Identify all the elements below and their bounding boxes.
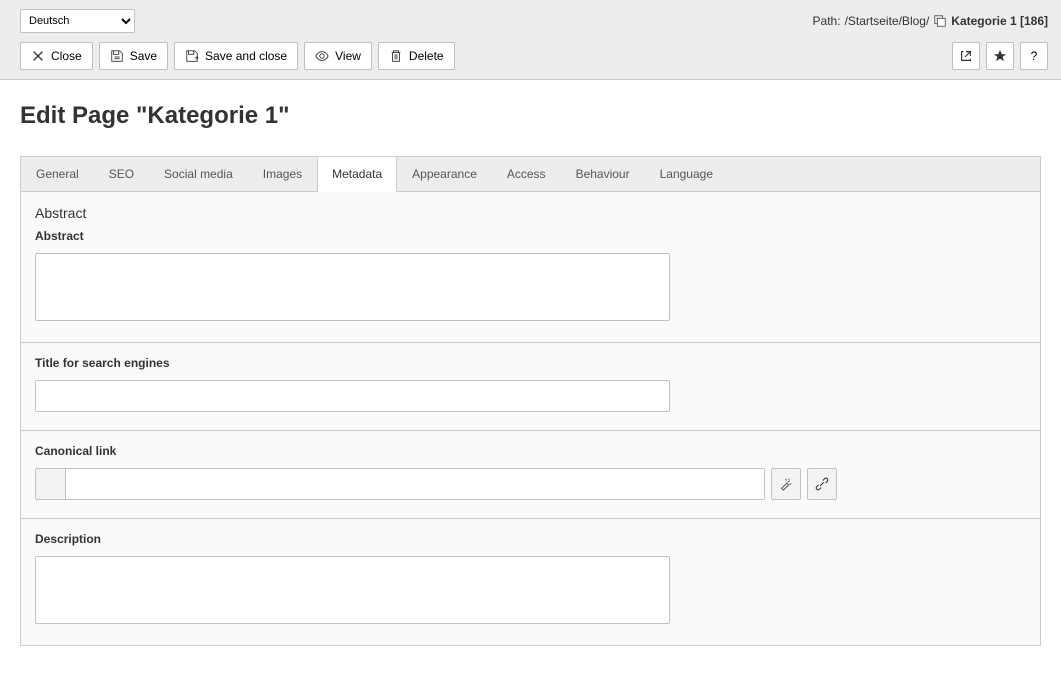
- page-icon: [933, 14, 947, 28]
- secondary-actions: ?: [952, 42, 1048, 70]
- primary-actions: Close Save Save and close View: [20, 42, 455, 70]
- abstract-label: Abstract: [35, 229, 1026, 243]
- tab-social-media[interactable]: Social media: [149, 157, 248, 191]
- form-panel: Abstract Abstract Title for search engin…: [20, 191, 1041, 646]
- abstract-textarea[interactable]: [35, 253, 670, 321]
- canonical-input[interactable]: [65, 468, 765, 500]
- help-button[interactable]: ?: [1020, 42, 1048, 70]
- help-label: ?: [1031, 49, 1038, 63]
- open-external-button[interactable]: [952, 42, 980, 70]
- view-button[interactable]: View: [304, 42, 372, 70]
- section-abstract: Abstract Abstract: [21, 192, 1040, 343]
- title-se-label: Title for search engines: [35, 356, 1026, 370]
- language-select[interactable]: Deutsch: [20, 9, 135, 33]
- content-area: Edit Page "Kategorie 1" General SEO Soci…: [0, 80, 1061, 668]
- tab-metadata[interactable]: Metadata: [317, 157, 397, 192]
- description-label: Description: [35, 532, 1026, 546]
- close-button[interactable]: Close: [20, 42, 93, 70]
- trash-icon: [389, 49, 403, 63]
- close-label: Close: [51, 49, 82, 63]
- link-wizard-button[interactable]: [771, 468, 801, 500]
- path-current: Kategorie 1 [186]: [951, 14, 1048, 28]
- delete-button[interactable]: Delete: [378, 42, 455, 70]
- link-icon: [815, 477, 829, 491]
- description-textarea[interactable]: [35, 556, 670, 624]
- breadcrumb: Path: /Startseite/Blog/ Kategorie 1 [186…: [813, 14, 1048, 28]
- close-icon: [31, 49, 45, 63]
- canonical-label: Canonical link: [35, 444, 1026, 458]
- save-close-icon: [185, 49, 199, 63]
- tab-images[interactable]: Images: [248, 157, 317, 191]
- save-button[interactable]: Save: [99, 42, 168, 70]
- tab-access[interactable]: Access: [492, 157, 561, 191]
- abstract-heading: Abstract: [35, 205, 1026, 221]
- section-canonical: Canonical link: [21, 431, 1040, 519]
- star-icon: [993, 49, 1007, 63]
- view-label: View: [335, 49, 361, 63]
- tab-language[interactable]: Language: [645, 157, 728, 191]
- page-title: Edit Page "Kategorie 1": [20, 102, 1041, 130]
- tab-appearance[interactable]: Appearance: [397, 157, 492, 191]
- title-se-input[interactable]: [35, 380, 670, 412]
- canonical-prefix: [35, 468, 65, 500]
- tab-general[interactable]: General: [21, 157, 94, 191]
- link-picker-button[interactable]: [807, 468, 837, 500]
- eye-icon: [315, 49, 329, 63]
- delete-label: Delete: [409, 49, 444, 63]
- path-segments: /Startseite/Blog/: [845, 14, 930, 28]
- section-title-se: Title for search engines: [21, 343, 1040, 431]
- external-link-icon: [959, 49, 973, 63]
- save-close-label: Save and close: [205, 49, 287, 63]
- section-description: Description: [21, 519, 1040, 645]
- bookmark-button[interactable]: [986, 42, 1014, 70]
- tab-behaviour[interactable]: Behaviour: [561, 157, 645, 191]
- doc-header: Deutsch Path: /Startseite/Blog/ Kategori…: [0, 0, 1061, 80]
- tab-bar: General SEO Social media Images Metadata…: [20, 156, 1041, 191]
- save-label: Save: [130, 49, 157, 63]
- path-prefix: Path:: [813, 14, 841, 28]
- save-icon: [110, 49, 124, 63]
- wizard-icon: [779, 477, 793, 491]
- save-close-button[interactable]: Save and close: [174, 42, 298, 70]
- tab-seo[interactable]: SEO: [94, 157, 149, 191]
